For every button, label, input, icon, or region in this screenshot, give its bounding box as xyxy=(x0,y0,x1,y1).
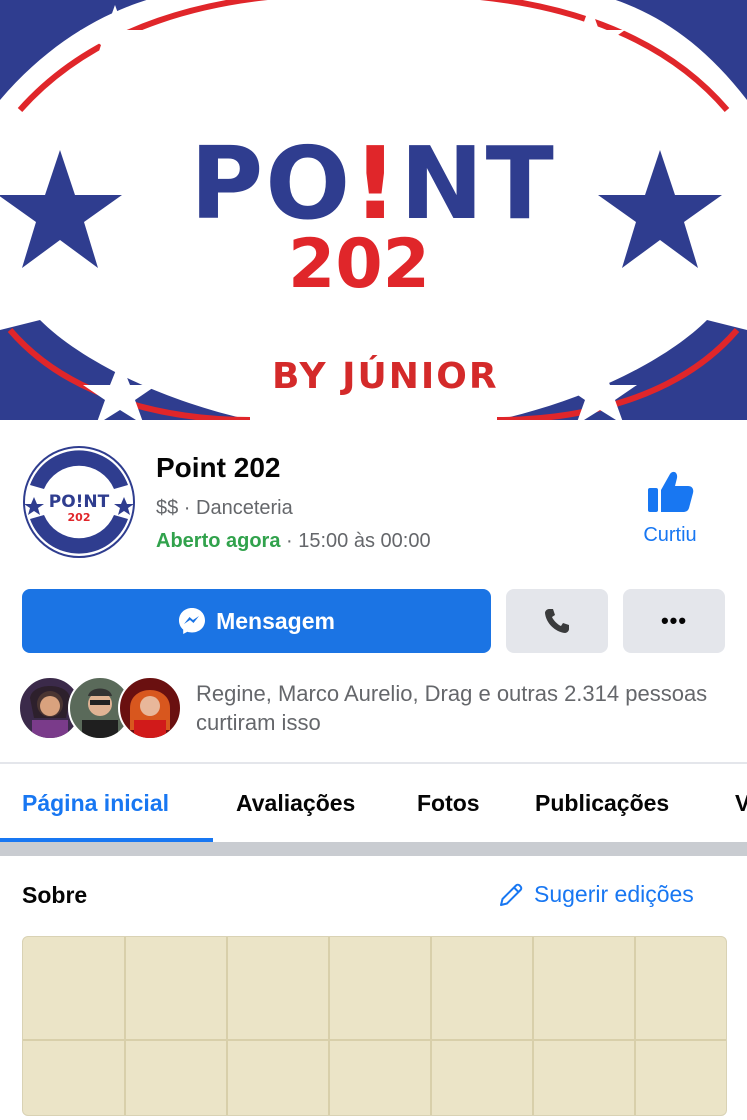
tab-home[interactable]: Página inicial xyxy=(22,790,169,817)
friend-avatar xyxy=(118,676,182,740)
call-button[interactable] xyxy=(506,589,608,653)
page-title: Point 202 xyxy=(156,452,281,483)
messenger-icon xyxy=(179,608,206,634)
cover-logo-byline: BY JÚNIOR xyxy=(272,356,499,397)
svg-text:202: 202 xyxy=(68,511,91,524)
more-button[interactable]: ••• xyxy=(623,589,725,653)
message-button[interactable]: Mensagem xyxy=(22,589,491,653)
tab-photos[interactable]: Fotos xyxy=(417,790,480,817)
cover-photo[interactable]: PO!NT 202 BY JÚNIOR xyxy=(0,0,747,420)
tab-reviews[interactable]: Avaliações xyxy=(236,790,355,817)
page-tabs: Página inicial Avaliações Fotos Publicaç… xyxy=(0,764,747,842)
section-separator xyxy=(0,842,747,856)
hours-range: · 15:00 às 00:00 xyxy=(280,530,431,552)
tab-posts[interactable]: Publicações xyxy=(535,790,669,817)
location-map[interactable] xyxy=(22,936,727,1116)
avatar-logo: PO!NT 202 xyxy=(23,446,135,558)
svg-text:PO!NT: PO!NT xyxy=(49,492,110,512)
tab-videos[interactable]: V xyxy=(735,790,747,817)
liked-button[interactable]: Curtiu xyxy=(630,470,710,547)
suggest-edits-label: Sugerir edições xyxy=(534,881,694,907)
open-status: Aberto agora xyxy=(156,530,281,552)
suggest-edits-link[interactable]: Sugerir edições xyxy=(498,881,694,908)
likes-summary[interactable]: Regine, Marco Aurelio, Drag e outras 2.3… xyxy=(196,679,716,737)
friend-avatars[interactable] xyxy=(18,676,182,740)
page-category: $$ · Danceteria xyxy=(156,497,293,519)
pencil-icon xyxy=(500,883,523,906)
phone-icon xyxy=(545,609,569,633)
page-hours: Aberto agora · 15:00 às 00:00 xyxy=(156,530,431,553)
about-heading: Sobre xyxy=(22,882,88,908)
liked-label: Curtiu xyxy=(643,524,697,546)
message-label: Mensagem xyxy=(216,607,335,634)
thumbs-up-icon xyxy=(648,471,694,512)
profile-avatar[interactable]: PO!NT 202 xyxy=(22,445,136,559)
map-grid xyxy=(23,937,726,1115)
cover-logo-number: 202 xyxy=(288,225,430,304)
